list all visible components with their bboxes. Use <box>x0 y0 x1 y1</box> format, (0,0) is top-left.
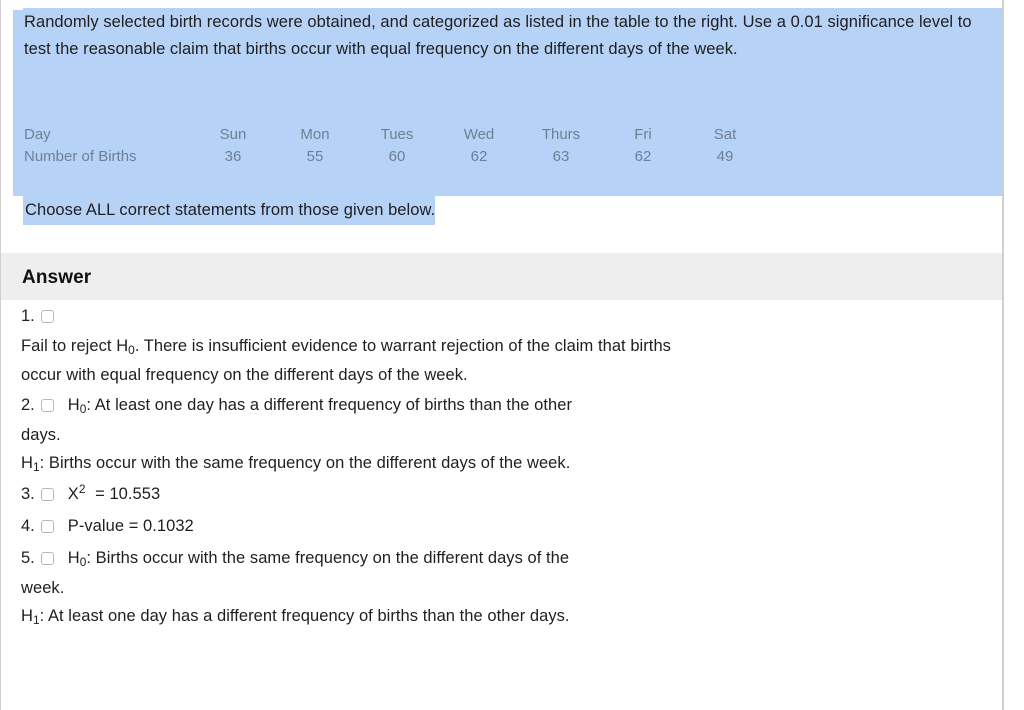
option-2-h1-line: H1: Births occur with the same frequency… <box>1 449 1002 478</box>
option-5-h0-lead: H <box>67 548 80 567</box>
instruction-line: Choose ALL correct statements from those… <box>1 196 1002 226</box>
option-2-h0-lead: H <box>67 395 80 414</box>
births-tues: 60 <box>388 148 406 165</box>
day-sun: Sun <box>219 126 247 143</box>
row-label-day: Day <box>24 126 51 143</box>
question-page: Randomly selected birth records were obt… <box>0 0 1024 710</box>
answer-header-band: Answer <box>1 253 1002 300</box>
option-5-head: 5. H0: Births occur with the same freque… <box>1 542 1002 574</box>
option-5-inline-rest: : Births occur with the same frequency o… <box>86 548 570 567</box>
births-wed: 62 <box>470 148 488 165</box>
checkbox-option-1[interactable] <box>40 309 54 323</box>
checkbox-option-3[interactable] <box>40 487 54 501</box>
option-3-head: 3. X2 = 10.553 <box>1 478 1002 510</box>
option-5-h1-lead: H <box>21 607 33 625</box>
births-fri: 62 <box>634 148 652 165</box>
day-sat: Sat <box>713 126 737 143</box>
option-2-h1-subscript: 1 <box>32 460 40 475</box>
option-1-subscript: 0 <box>128 343 135 358</box>
day-mon: Mon <box>300 126 330 143</box>
answer-option-1[interactable]: 1. Fail to reject H0. There is insuffici… <box>1 300 1002 389</box>
answer-option-4[interactable]: 4. P-value = 0.1032 <box>1 510 1002 542</box>
answer-option-3[interactable]: 3. X2 = 10.553 <box>1 478 1002 510</box>
day-fri: Fri <box>634 126 652 143</box>
question-prompt: Randomly selected birth records were obt… <box>24 13 972 58</box>
checkbox-option-5[interactable] <box>40 551 54 565</box>
option-2-h1-lead: H <box>21 454 33 472</box>
day-wed: Wed <box>463 126 495 143</box>
option-3-value: = 10.553 <box>90 484 161 503</box>
option-2-inline-rest: : At least one day has a different frequ… <box>86 395 573 414</box>
option-1-text: Fail to reject H0. There is insufficient… <box>1 332 1002 389</box>
option-4-head: 4. P-value = 0.1032 <box>1 510 1002 542</box>
option-2-head: 2. H0: At least one day has a different … <box>1 389 1002 421</box>
option-3-number: 3. <box>21 485 35 503</box>
option-2-h1-rest: : Births occur with the same frequency o… <box>39 454 571 472</box>
answer-option-5[interactable]: 5. H0: Births occur with the same freque… <box>1 542 1002 631</box>
option-1-number: 1. <box>21 307 35 325</box>
option-5-wrap-line: week. <box>21 579 65 597</box>
option-2-number: 2. <box>21 396 35 414</box>
option-3-exponent: 2 <box>78 481 86 496</box>
option-5-h1-line: H1: At least one day has a different fre… <box>1 602 1002 631</box>
option-2-h0-subscript: 0 <box>79 401 87 416</box>
births-sat: 49 <box>716 148 734 165</box>
option-1-lead: Fail to reject H <box>21 337 129 355</box>
births-sun: 36 <box>224 148 242 165</box>
births-data-table: Day Sun Mon Tues Wed Thurs Fri Sat Numbe… <box>24 124 766 168</box>
question-block: Randomly selected birth records were obt… <box>1 0 1002 196</box>
answer-header-title: Answer <box>22 267 92 288</box>
checkbox-option-4[interactable] <box>40 519 54 533</box>
option-5-inline-text: H0: Births occur with the same frequency… <box>68 547 569 570</box>
option-2-inline-text: H0: At least one day has a different fre… <box>68 394 572 417</box>
day-thurs: Thurs <box>541 126 581 143</box>
checkbox-option-2[interactable] <box>40 398 54 412</box>
option-5-number: 5. <box>21 549 35 567</box>
answer-options-list: 1. Fail to reject H0. There is insuffici… <box>1 300 1002 631</box>
option-5-h0-subscript: 0 <box>79 554 87 569</box>
table-row-births: Number of Births 36 55 60 62 63 62 49 <box>24 146 766 168</box>
option-4-inline-text: P-value = 0.1032 <box>67 517 194 535</box>
instruction-text: Choose ALL correct statements from those… <box>23 196 436 225</box>
option-1-head: 1. <box>1 300 1002 332</box>
births-thurs: 63 <box>552 148 570 165</box>
option-4-number: 4. <box>21 517 35 535</box>
option-2-wrap-line: days. <box>21 426 61 444</box>
right-border-rule <box>1002 0 1004 710</box>
row-label-number-of-births: Number of Births <box>24 148 137 165</box>
answer-option-2[interactable]: 2. H0: At least one day has a different … <box>1 389 1002 478</box>
option-3-inline-text: X2 = 10.553 <box>67 481 161 506</box>
births-mon: 55 <box>306 148 324 165</box>
option-5-h1-subscript: 1 <box>32 613 40 628</box>
option-3-chi-symbol: X <box>67 484 79 503</box>
table-row-days: Day Sun Mon Tues Wed Thurs Fri Sat <box>24 124 766 146</box>
option-5-h1-rest: : At least one day has a different frequ… <box>39 607 570 625</box>
day-tues: Tues <box>380 126 414 143</box>
